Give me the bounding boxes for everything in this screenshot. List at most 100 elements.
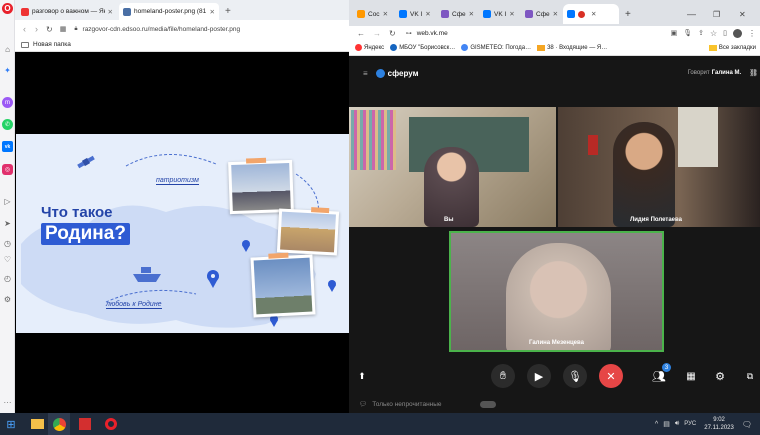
settings-icon[interactable]: ⚙: [710, 366, 730, 386]
profile-icon[interactable]: [733, 28, 742, 38]
file-explorer-icon[interactable]: [26, 413, 48, 435]
tab-favicon-icon: [123, 7, 131, 16]
bookmark-item[interactable]: GISMETEO: Погода…: [461, 44, 531, 51]
bookmark-folder[interactable]: Новая папка: [33, 41, 71, 48]
bookmark-item[interactable]: МБОУ "Борисовск…: [390, 44, 455, 51]
more-icon[interactable]: ···: [2, 397, 13, 408]
chrome-tab[interactable]: VK I ✕: [479, 4, 519, 24]
whatsapp-icon[interactable]: ✆: [2, 119, 13, 130]
chrome-taskbar-icon[interactable]: [48, 413, 70, 435]
participants-button[interactable]: 👥︎ 3: [649, 363, 671, 386]
vk-icon[interactable]: vk: [2, 141, 13, 152]
chrome-tab[interactable]: Сфе ✕: [437, 4, 478, 24]
chrome-tab[interactable]: Сос ✕: [353, 4, 392, 24]
close-icon[interactable]: ✕: [383, 10, 388, 18]
bookmark-item[interactable]: 38 · Входящие — Я…: [537, 44, 607, 51]
bookmark-label: GISMETEO: Погода…: [470, 44, 532, 51]
poster-title-line1: Что такое: [41, 204, 113, 221]
tab-label: Сфе: [536, 10, 550, 18]
opera-tab-active[interactable]: homeland-poster.png (81… ✕: [119, 3, 219, 20]
network-icon[interactable]: ▤: [663, 420, 670, 428]
camera-icon[interactable]: ▣: [671, 29, 678, 37]
speed-dial-icon[interactable]: ▦: [60, 25, 67, 33]
end-call-button[interactable]: ✕: [599, 364, 623, 388]
side-panel-icon[interactable]: ▯: [723, 29, 727, 37]
forward-icon[interactable]: ›: [35, 24, 38, 34]
layout-icon[interactable]: ▦: [681, 366, 701, 386]
notifications-icon[interactable]: 🗨︎: [742, 420, 752, 429]
speaking-name: Галина М.: [711, 70, 742, 76]
opera-logo-icon[interactable]: O: [2, 3, 13, 14]
new-tab-button[interactable]: +: [621, 4, 635, 24]
instagram-icon[interactable]: ◎: [2, 164, 13, 175]
opera-taskbar-icon[interactable]: [100, 413, 122, 435]
chrome-address-bar: ← → ↻ ⊶ web.vk.me ▣ 🎙︎ ⇪ ☆ ▯ ⋮: [349, 26, 760, 40]
close-icon[interactable]: ✕: [425, 10, 430, 18]
close-icon[interactable]: ✕: [591, 10, 596, 18]
yandex-icon: [355, 44, 362, 51]
settings-icon[interactable]: ⚙: [2, 294, 13, 305]
wall-shelf: [351, 110, 396, 170]
participant-name: Вы: [444, 217, 454, 223]
forward-icon[interactable]: →: [373, 29, 381, 38]
bookmark-item[interactable]: Все закладки: [708, 44, 756, 51]
messenger-icon[interactable]: m: [2, 97, 13, 108]
video-tile-self[interactable]: Вы: [349, 107, 556, 227]
reload-icon[interactable]: ↻: [389, 29, 396, 38]
tab-label: Сос: [368, 10, 380, 18]
close-icon[interactable]: ✕: [210, 8, 215, 16]
history-icon[interactable]: ◷: [2, 238, 13, 249]
folder-icon: [21, 41, 29, 48]
shopping-icon[interactable]: ✦: [2, 65, 13, 76]
photo-card-motherland: [250, 252, 316, 318]
share-icon[interactable]: ⇪: [698, 29, 704, 37]
player-icon[interactable]: ▷: [2, 196, 13, 207]
unread-toggle[interactable]: [479, 400, 496, 408]
favorites-icon[interactable]: ♡: [2, 254, 13, 265]
close-icon[interactable]: ✕: [509, 10, 514, 18]
close-icon[interactable]: ✕: [108, 8, 113, 16]
close-icon[interactable]: ✕: [469, 10, 474, 18]
send-icon[interactable]: ➤: [2, 218, 13, 229]
chrome-tab[interactable]: VK I ✕: [395, 4, 435, 24]
back-icon[interactable]: ←: [357, 29, 365, 38]
link-icon[interactable]: ⛓︎: [749, 69, 758, 77]
menu-icon[interactable]: ≡: [363, 69, 368, 78]
chrome-tab-active[interactable]: ✕: [563, 4, 619, 24]
mic-permission-icon[interactable]: 🎙︎: [683, 29, 692, 37]
star-icon[interactable]: ☆: [710, 29, 717, 38]
menu-icon[interactable]: ⋮: [748, 29, 756, 38]
volume-icon[interactable]: 🔊︎: [675, 420, 679, 428]
language-indicator[interactable]: РУС: [684, 421, 696, 427]
microphone-button[interactable]: 🎙︎: [563, 364, 587, 388]
url-field[interactable]: web.vk.me: [417, 30, 448, 37]
start-button[interactable]: ⊞: [0, 413, 22, 435]
video-tile-participant[interactable]: Лидия Полетаева: [558, 107, 760, 227]
raise-hand-button[interactable]: ✋︎: [491, 364, 515, 388]
clock-icon[interactable]: ◴: [2, 273, 13, 284]
close-window-icon[interactable]: ✕: [735, 4, 750, 24]
home-icon[interactable]: ⌂: [2, 44, 13, 55]
bookmark-item[interactable]: Яндекс: [355, 44, 384, 51]
video-tile-active-speaker[interactable]: Галина Мезенцева: [449, 231, 664, 352]
maximize-icon[interactable]: ❐: [709, 4, 724, 24]
close-icon[interactable]: ✕: [553, 10, 558, 18]
chrome-bookmarks-bar: Яндекс МБОУ "Борисовск… GISMETEO: Погода…: [349, 40, 760, 56]
chrome-tab[interactable]: Сфе ✕: [521, 4, 562, 24]
new-tab-button[interactable]: +: [221, 3, 235, 20]
tab-label: Сфе: [452, 10, 466, 18]
back-icon[interactable]: ‹: [23, 24, 26, 34]
pdf-reader-icon[interactable]: [74, 413, 96, 435]
site-info-icon[interactable]: ⊶: [406, 30, 412, 37]
camera-button[interactable]: ▶︎: [527, 364, 551, 388]
opera-tab[interactable]: разговор о важном — Ян… ✕: [17, 3, 117, 20]
google-icon: [461, 44, 469, 51]
clock[interactable]: 9:02 27.11.2023: [704, 416, 734, 432]
minimize-call-icon[interactable]: ⧉: [740, 366, 760, 386]
poster-title: Что такое Родина?: [41, 204, 130, 245]
url-field[interactable]: razgovor-cdn.edsoo.ru/media/file/homelan…: [83, 26, 241, 33]
tray-chevron-icon[interactable]: ^: [655, 421, 658, 428]
reload-icon[interactable]: ↻: [46, 25, 53, 34]
screen-share-icon[interactable]: ⬆︎: [354, 368, 370, 384]
minimize-icon[interactable]: —: [683, 4, 700, 24]
